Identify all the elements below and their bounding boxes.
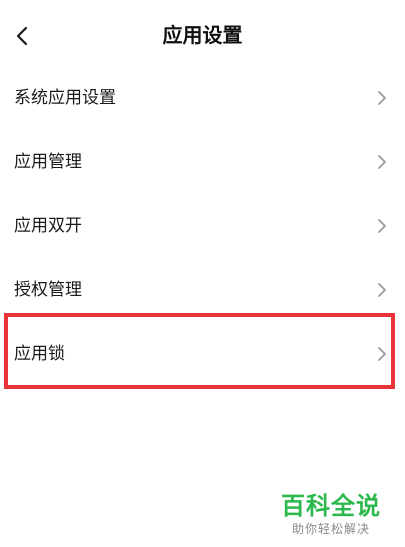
- chevron-right-icon: [377, 90, 387, 106]
- menu-item-label: 应用锁: [14, 344, 65, 364]
- menu-item-system-app-settings[interactable]: 系统应用设置: [0, 66, 405, 130]
- chevron-right-icon: [377, 282, 387, 298]
- menu-item-label: 应用管理: [14, 152, 82, 172]
- menu-item-label: 系统应用设置: [14, 88, 116, 108]
- chevron-right-icon: [377, 218, 387, 234]
- menu-item-dual-apps[interactable]: 应用双开: [0, 194, 405, 258]
- watermark-subtitle: 助你轻松解决: [291, 522, 370, 536]
- watermark: 百科全说 助你轻松解决: [271, 491, 391, 537]
- chevron-left-icon: [16, 26, 28, 46]
- menu-item-app-management[interactable]: 应用管理: [0, 130, 405, 194]
- back-button[interactable]: [4, 18, 40, 54]
- chevron-right-icon: [377, 346, 387, 362]
- page-title: 应用设置: [162, 23, 243, 47]
- settings-list: 系统应用设置 应用管理 应用双开 授权管理 应用锁: [0, 66, 405, 386]
- menu-item-permission-management[interactable]: 授权管理: [0, 258, 405, 322]
- title-bar: 应用设置: [0, 0, 405, 70]
- watermark-title: 百科全说: [281, 492, 381, 520]
- menu-item-label: 授权管理: [14, 280, 82, 300]
- menu-item-app-lock[interactable]: 应用锁: [0, 322, 405, 386]
- menu-item-label: 应用双开: [14, 216, 82, 236]
- chevron-right-icon: [377, 154, 387, 170]
